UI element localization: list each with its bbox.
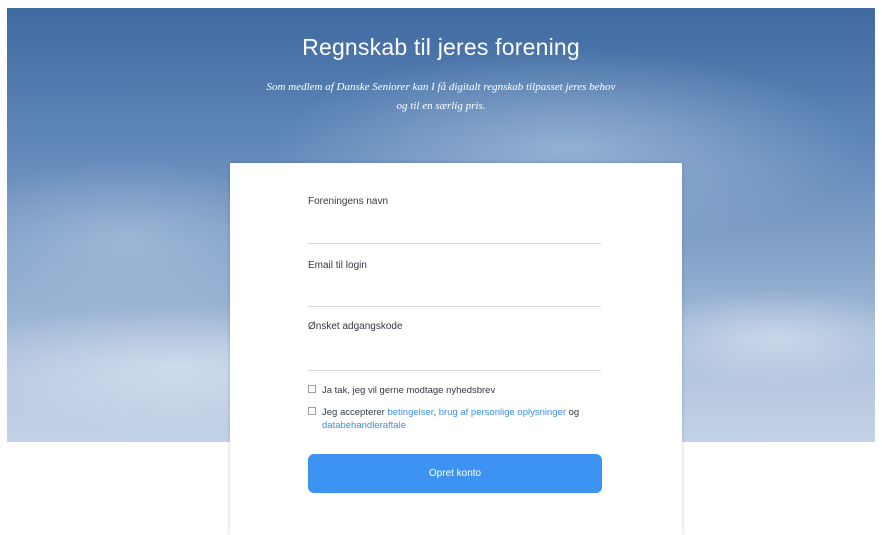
newsletter-checkbox[interactable] [308, 385, 316, 393]
email-input[interactable] [308, 288, 601, 307]
page-title: Regnskab til jeres forening [302, 34, 580, 60]
terms-prefix: Jeg accepterer [322, 407, 385, 418]
signup-form-card: Foreningens navn Email til login Ønsket … [230, 163, 682, 535]
password-field: Ønsket adgangskode [308, 321, 601, 371]
subtitle-line-1: Som medlem af Danske Seniorer kan I få d… [266, 81, 616, 93]
association-name-label: Foreningens navn [308, 196, 389, 207]
terms-and: og [568, 407, 580, 418]
subtitle-line-2: og til en særlig pris. [396, 100, 486, 112]
email-label: Email til login [308, 260, 367, 271]
password-input[interactable] [308, 352, 601, 371]
dpa-link[interactable]: databehandleraftale [322, 420, 406, 431]
terms-separator: , [433, 407, 437, 418]
privacy-link[interactable]: brug af personlige oplysninger [439, 407, 566, 418]
association-name-input[interactable] [308, 225, 601, 244]
terms-link[interactable]: betingelser [387, 407, 433, 418]
page-subtitle: Som medlem af Danske Seniorer kan I få d… [207, 78, 675, 116]
create-account-button[interactable]: Opret konto [308, 454, 602, 493]
terms-label: Jeg accepterer betingelser, brug af pers… [322, 406, 602, 432]
terms-checkbox[interactable] [308, 407, 316, 415]
association-name-field: Foreningens navn [308, 196, 601, 244]
newsletter-label: Ja tak, jeg vil gerne modtage nyhedsbrev [322, 385, 496, 396]
password-label: Ønsket adgangskode [308, 321, 403, 332]
email-field: Email til login [308, 260, 601, 307]
